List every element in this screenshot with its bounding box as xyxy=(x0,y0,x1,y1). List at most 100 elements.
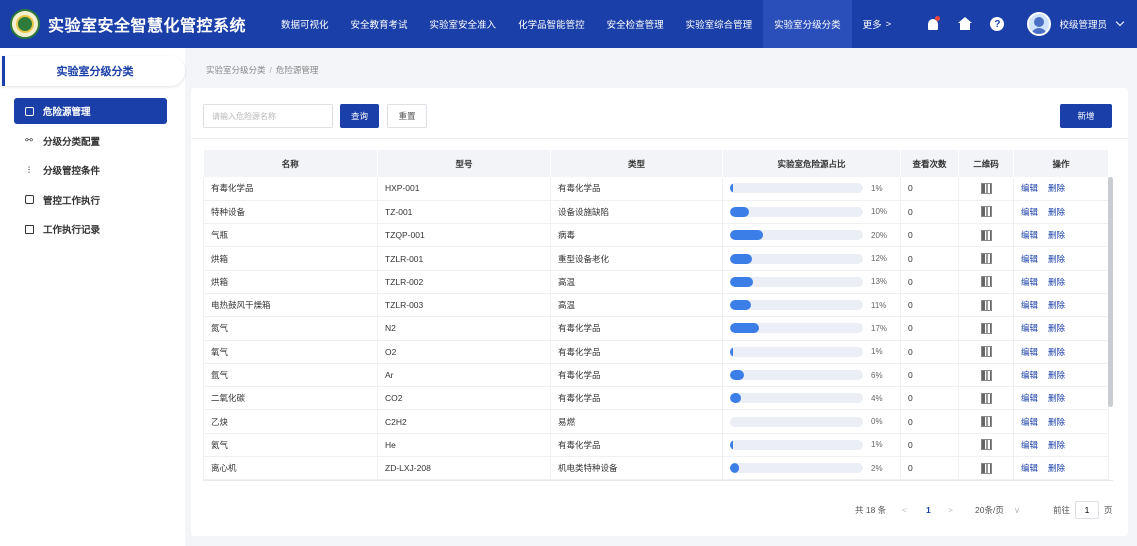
qr-code-icon[interactable] xyxy=(980,299,992,311)
cell-type: 有毒化学品 xyxy=(550,316,723,341)
edit-link[interactable]: 编辑 xyxy=(1021,440,1038,450)
add-button[interactable]: 新增 xyxy=(1060,104,1112,128)
cell-qrcode xyxy=(958,433,1014,458)
sidebar-item-3[interactable]: 管控工作执行 xyxy=(14,187,167,213)
pagination-current-page[interactable]: 1 xyxy=(926,500,931,520)
delete-link[interactable]: 删除 xyxy=(1048,370,1065,380)
delete-link[interactable]: 删除 xyxy=(1048,393,1065,403)
edit-link[interactable]: 编辑 xyxy=(1021,230,1038,240)
nav-item-1[interactable]: 安全教育考试 xyxy=(340,0,419,48)
delete-link[interactable]: 删除 xyxy=(1048,254,1065,264)
query-button[interactable]: 查询 xyxy=(340,104,379,128)
sidebar-item-4[interactable]: 工作执行记录 xyxy=(14,216,167,242)
table-row: 氮气 N2 有毒化学品 17% 0 编辑 删除 xyxy=(203,316,1109,341)
cell-model: TZLR-003 xyxy=(377,293,551,318)
edit-link[interactable]: 编辑 xyxy=(1021,393,1038,403)
edit-link[interactable]: 编辑 xyxy=(1021,417,1038,427)
nav-item-3[interactable]: 化学品智能管控 xyxy=(507,0,596,48)
percent-label: 11% xyxy=(871,300,887,310)
edit-link[interactable]: 编辑 xyxy=(1021,254,1038,264)
table-row: 烘箱 TZLR-001 重型设备老化 12% 0 编辑 删除 xyxy=(203,246,1109,271)
cell-model: TZQP-001 xyxy=(377,223,551,248)
qr-code-icon[interactable] xyxy=(980,369,992,381)
edit-link[interactable]: 编辑 xyxy=(1021,370,1038,380)
qr-code-icon[interactable] xyxy=(980,346,992,358)
edit-link[interactable]: 编辑 xyxy=(1021,347,1038,357)
nav-item-4[interactable]: 安全检查管理 xyxy=(596,0,675,48)
qr-code-icon[interactable] xyxy=(980,276,992,288)
percent-label: 6% xyxy=(871,370,883,380)
delete-link[interactable]: 删除 xyxy=(1048,417,1065,427)
pagination-prev-button[interactable]: < xyxy=(902,500,907,520)
bell-icon[interactable] xyxy=(925,16,941,32)
cell-views: 0 xyxy=(900,316,959,341)
cell-percent: 12% xyxy=(722,246,901,271)
help-icon[interactable]: ? xyxy=(989,16,1005,32)
cell-model: ZD-LXJ-208 xyxy=(377,456,551,480)
cell-qrcode xyxy=(958,223,1014,248)
delete-link[interactable]: 删除 xyxy=(1048,463,1065,473)
delete-link[interactable]: 删除 xyxy=(1048,347,1065,357)
qr-code-icon[interactable] xyxy=(980,392,992,404)
edit-link[interactable]: 编辑 xyxy=(1021,323,1038,333)
qr-code-icon[interactable] xyxy=(980,229,992,241)
qr-code-icon[interactable] xyxy=(980,322,992,334)
qr-code-icon[interactable] xyxy=(980,206,992,218)
sidebar-item-2[interactable]: ⫶ 分级管控条件 xyxy=(14,157,167,183)
cell-name: 离心机 xyxy=(203,456,378,480)
goto-unit: 页 xyxy=(1104,505,1113,515)
top-header: 实验室安全智慧化管控系统 数据可视化 安全教育考试 实验室安全准入 化学品智能管控 安全… xyxy=(0,0,1137,48)
delete-link[interactable]: 删除 xyxy=(1048,183,1065,193)
delete-link[interactable]: 删除 xyxy=(1048,440,1065,450)
cell-percent: 10% xyxy=(722,200,901,225)
sidebar-item-0[interactable]: 危险源管理 xyxy=(14,98,167,124)
home-icon[interactable] xyxy=(957,16,973,32)
delete-link[interactable]: 删除 xyxy=(1048,207,1065,217)
qr-code-icon[interactable] xyxy=(980,462,992,474)
cell-type: 易燃 xyxy=(550,409,723,434)
qr-code-icon[interactable] xyxy=(980,182,992,194)
edit-link[interactable]: 编辑 xyxy=(1021,277,1038,287)
cell-name: 二氧化碳 xyxy=(203,386,378,411)
pagination-next-button[interactable]: > xyxy=(948,500,953,520)
avatar[interactable] xyxy=(1027,12,1052,36)
breadcrumb-item-current: 危险源管理 xyxy=(275,65,319,75)
breadcrumb-item-level[interactable]: 实验室分级分类 xyxy=(206,65,266,75)
edit-link[interactable]: 编辑 xyxy=(1021,300,1038,310)
table-scrollbar[interactable] xyxy=(1108,177,1113,407)
edit-link[interactable]: 编辑 xyxy=(1021,183,1038,193)
cell-model: N2 xyxy=(377,316,551,341)
goto-page-input[interactable] xyxy=(1075,501,1100,519)
nav-more-button[interactable]: 更多 > xyxy=(852,0,903,48)
delete-link[interactable]: 删除 xyxy=(1048,300,1065,310)
nav-item-2[interactable]: 实验室安全准入 xyxy=(419,0,508,48)
user-name[interactable]: 校级管理员 xyxy=(1059,17,1107,31)
edit-link[interactable]: 编辑 xyxy=(1021,463,1038,473)
cell-model: CO2 xyxy=(377,386,551,411)
nav-item-5[interactable]: 实验室综合管理 xyxy=(675,0,764,48)
toolbar-divider xyxy=(191,138,1128,139)
nav-item-0[interactable]: 数据可视化 xyxy=(270,0,340,48)
qr-code-icon[interactable] xyxy=(980,253,992,265)
delete-link[interactable]: 删除 xyxy=(1048,323,1065,333)
qr-code-icon[interactable] xyxy=(980,439,992,451)
page-size-select[interactable]: 20条/页 ∨ xyxy=(975,500,1020,520)
percent-label: 2% xyxy=(871,463,883,473)
breadcrumb-separator: / xyxy=(269,65,272,75)
delete-link[interactable]: 删除 xyxy=(1048,230,1065,240)
hazard-table: 名称 型号 类型 实验室危险源占比 查看次数 二维码 操作 有毒化学品 HXP-001 有毒化学… xyxy=(203,150,1113,481)
delete-link[interactable]: 删除 xyxy=(1048,277,1065,287)
nav-item-6[interactable]: 实验室分级分类 xyxy=(763,0,852,48)
reset-button[interactable]: 重置 xyxy=(387,104,427,128)
cell-percent: 1% xyxy=(722,340,901,364)
cell-percent: 2% xyxy=(722,456,901,480)
cell-actions: 编辑 删除 xyxy=(1013,200,1109,225)
edit-link[interactable]: 编辑 xyxy=(1021,207,1038,217)
progress-fill xyxy=(730,370,744,381)
chevron-down-icon[interactable] xyxy=(1115,17,1125,27)
qr-code-icon[interactable] xyxy=(980,416,992,428)
sidebar-item-1[interactable]: ⚯ 分级分类配置 xyxy=(14,128,167,154)
cell-actions: 编辑 删除 xyxy=(1013,409,1109,434)
search-input[interactable] xyxy=(203,104,333,128)
cell-actions: 编辑 删除 xyxy=(1013,177,1109,201)
